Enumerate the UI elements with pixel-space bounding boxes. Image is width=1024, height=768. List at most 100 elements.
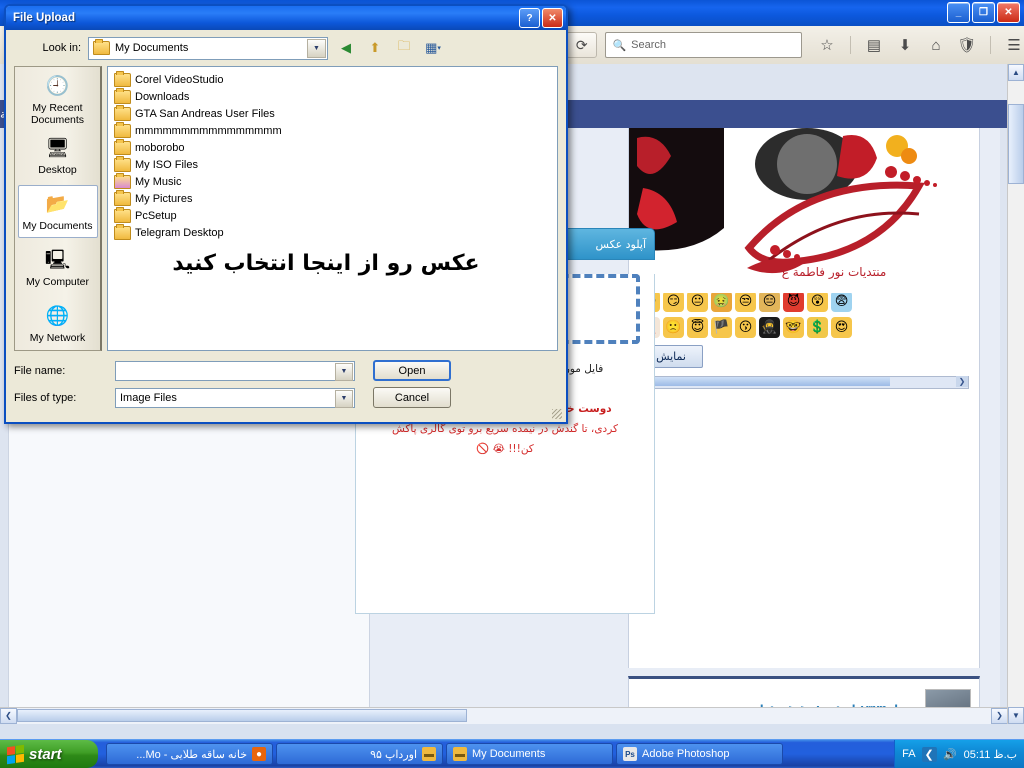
vertical-scroll-thumb[interactable] <box>1008 104 1024 184</box>
scroll-right-button[interactable]: ❯ <box>991 708 1008 724</box>
help-button[interactable]: ? <box>519 8 540 28</box>
taskbar-item-label: Adobe Photoshop <box>642 748 730 760</box>
taskbar-clock[interactable]: 05:11 ب.ظ <box>964 748 1017 761</box>
page-vertical-scrollbar[interactable]: ▲ ▼ <box>1007 64 1024 724</box>
folder-icon <box>93 39 110 55</box>
file-list-item[interactable]: Corel VideoStudio <box>111 70 557 88</box>
reader-list-icon[interactable]: ▤ <box>864 35 884 55</box>
hamburger-menu-icon[interactable]: ☰ <box>1004 35 1024 55</box>
folder-icon <box>114 70 131 87</box>
emoji-button[interactable]: 😲 <box>807 291 828 313</box>
file-upload-dialog: File Upload ? ✕ Look in: My Documents ▼ … <box>4 4 568 424</box>
file-list-item[interactable]: My Music <box>111 172 557 190</box>
emoji-button[interactable]: 😒 <box>735 291 756 313</box>
music-folder-icon <box>114 172 131 189</box>
minimize-button[interactable]: _ <box>947 2 970 23</box>
close-button[interactable]: ✕ <box>997 2 1020 23</box>
file-list-item[interactable]: mmmmmmmmmmmmmmmm <box>111 121 557 139</box>
system-tray: FA ❮ 🔊 05:11 ب.ظ <box>894 740 1024 768</box>
file-list-item[interactable]: My ISO Files <box>111 155 557 173</box>
inner-scroll-thumb[interactable] <box>640 377 890 387</box>
taskbar-item-ordap[interactable]: ▬ اورداپ ۹۵ <box>276 743 443 765</box>
chevron-down-icon[interactable]: ▼ <box>335 362 353 381</box>
open-button[interactable]: Open <box>373 360 451 381</box>
file-list-item[interactable]: Downloads <box>111 87 557 105</box>
pocket-icon[interactable]: 🛡 <box>957 35 977 55</box>
language-indicator[interactable]: FA <box>902 748 915 760</box>
file-list-item[interactable]: moborobo <box>111 138 557 156</box>
scroll-up-button[interactable]: ▲ <box>1008 64 1024 81</box>
place-label: My Computer <box>25 275 89 288</box>
taskbar-item-label: My Documents <box>472 748 546 760</box>
emoji-button[interactable]: 🏴 <box>711 317 732 339</box>
up-one-level-button[interactable]: ⬆ <box>364 37 386 59</box>
dialog-title: File Upload <box>13 12 75 24</box>
home-icon[interactable]: ⌂ <box>926 35 946 55</box>
dialog-close-button[interactable]: ✕ <box>542 8 563 28</box>
back-button[interactable]: ◀ <box>335 37 357 59</box>
emoji-button[interactable]: 😈 <box>783 291 804 313</box>
bookmark-star-icon[interactable]: ☆ <box>817 35 837 55</box>
emoji-button[interactable]: 🙁 <box>663 317 684 339</box>
file-name-label: File name: <box>14 364 66 377</box>
taskbar-item-label: اورداپ ۹۵ <box>370 748 417 761</box>
views-button[interactable]: ▦ ▾ <box>422 37 444 59</box>
dialog-bottom-area: File name: ▼ Open Files of type: Image F… <box>6 351 566 408</box>
emoji-button[interactable]: 💲 <box>807 317 828 339</box>
new-folder-button[interactable]: 🗀 <box>393 37 415 59</box>
file-list-item[interactable]: My Pictures <box>111 189 557 207</box>
search-icon: 🔍 <box>612 39 627 52</box>
photoshop-icon: Ps <box>623 747 637 761</box>
look-in-combobox[interactable]: My Documents ▼ <box>88 36 328 60</box>
file-name: PcSetup <box>135 209 177 222</box>
volume-icon[interactable]: 🔊 <box>943 747 958 762</box>
emoji-button[interactable]: 🥷 <box>759 317 780 339</box>
scroll-left-button[interactable]: ❮ <box>0 708 17 724</box>
place-my-documents[interactable]: 📂 My Documents <box>17 184 98 239</box>
reload-icon[interactable]: ⟳ <box>566 32 598 58</box>
taskbar-item-photoshop[interactable]: Ps Adobe Photoshop <box>616 743 783 765</box>
place-label: My Documents <box>22 219 93 232</box>
resize-grip[interactable] <box>552 409 562 419</box>
emoji-button[interactable]: 😗 <box>735 317 756 339</box>
emoji-button[interactable]: 😐 <box>687 291 708 313</box>
file-name: My Music <box>135 175 182 188</box>
emoji-button[interactable]: 😍 <box>831 317 852 339</box>
file-list[interactable]: Corel VideoStudio Downloads GTA San Andr… <box>107 66 558 351</box>
emoji-button[interactable]: 😑 <box>759 291 780 313</box>
emoji-button[interactable]: 😨 <box>831 291 852 313</box>
emoji-button[interactable]: 🤢 <box>711 291 732 313</box>
place-my-recent-documents[interactable]: 🕘 My Recent Documents <box>18 73 98 127</box>
file-name-input[interactable]: ▼ <box>115 360 355 381</box>
folder-icon: ▬ <box>422 747 436 761</box>
inner-scroll-right-arrow[interactable]: ❯ <box>956 376 968 388</box>
file-list-item[interactable]: GTA San Andreas User Files <box>111 104 557 122</box>
files-of-type-combobox[interactable]: Image Files ▼ <box>115 387 355 408</box>
page-horizontal-scrollbar[interactable]: ❮ ❯ <box>0 707 1008 724</box>
folder-icon <box>114 206 131 223</box>
chevron-down-icon[interactable]: ▼ <box>307 38 326 58</box>
look-in-bar: Look in: My Documents ▼ ◀ ⬆ 🗀 ▦ ▾ <box>6 30 566 66</box>
file-list-item[interactable]: PcSetup <box>111 206 557 224</box>
emoji-button[interactable]: 😏 <box>663 291 684 313</box>
downloads-icon[interactable]: ⬇ <box>895 35 915 55</box>
file-list-item[interactable]: Telegram Desktop <box>111 223 557 241</box>
start-button[interactable]: start <box>0 740 98 768</box>
place-desktop[interactable]: 🖥 Desktop <box>18 129 98 183</box>
horizontal-scroll-thumb[interactable] <box>17 709 467 722</box>
place-my-network[interactable]: 🌐 My Network <box>18 296 98 350</box>
main-content-column: منتديات نور فاطمة ع محرم و صفر است که اس… <box>628 128 980 668</box>
emoji-button[interactable]: 🤓 <box>783 317 804 339</box>
cancel-button[interactable]: Cancel <box>373 387 451 408</box>
inner-horizontal-scrollbar[interactable]: ❯ <box>639 376 969 390</box>
scroll-down-button[interactable]: ▼ <box>1008 707 1024 724</box>
files-of-type-value: Image Files <box>120 391 177 404</box>
taskbar-item-my-documents[interactable]: ▬ My Documents <box>446 743 613 765</box>
place-my-computer[interactable]: 🖳 My Computer <box>18 240 98 294</box>
search-input[interactable]: 🔍 Search <box>605 32 802 58</box>
show-hidden-icons-button[interactable]: ❮ <box>921 746 937 762</box>
chevron-down-icon[interactable]: ▼ <box>335 389 353 408</box>
taskbar-item-firefox[interactable]: ● خانه ساقه طلایی - Mo... <box>106 743 273 765</box>
maximize-button[interactable]: ❐ <box>972 2 995 23</box>
emoji-button[interactable]: 😇 <box>687 317 708 339</box>
